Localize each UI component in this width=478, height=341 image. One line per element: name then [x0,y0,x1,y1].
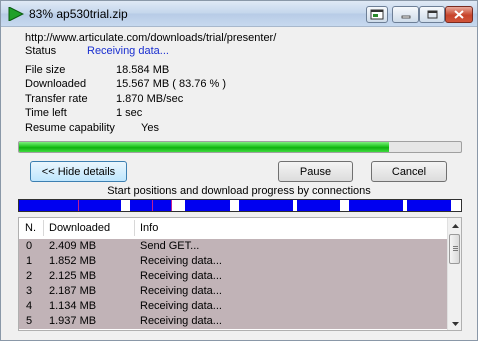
download-window: 83% ap530trial.zip http://www.articulate… [0,0,478,341]
row-info: Send GET... [140,240,200,252]
table-vertical-scrollbar[interactable] [447,218,461,330]
grip-line [453,246,458,247]
download-url: http://www.articulate.com/downloads/tria… [25,32,277,44]
download-progress-bar [18,141,462,153]
row-number: 5 [26,315,33,327]
row-downloaded: 1.134 MB [49,300,97,312]
time-left-label: Time left [25,107,67,119]
column-divider[interactable] [43,220,44,236]
connection-gap [451,200,461,211]
arrow-down-icon [451,317,459,329]
row-info: Receiving data... [140,285,222,297]
grip-line [453,248,458,249]
table-row[interactable]: 5 1.937 MB Receiving data... [19,314,447,329]
resume-capability-label: Resume capability [25,122,115,134]
connection-gap [340,200,349,211]
downloaded-label: Downloaded [25,78,87,90]
connections-caption: Start positions and download progress by… [107,185,371,197]
row-number: 4 [26,300,33,312]
connection-gap [171,200,185,211]
resume-capability-value: Yes [141,122,159,134]
restore-button[interactable] [366,6,388,23]
row-downloaded: 1.852 MB [49,255,97,267]
row-downloaded: 2.409 MB [49,240,97,252]
column-header-n[interactable]: N. [25,222,36,234]
row-number: 0 [26,240,33,252]
window-title: 83% ap530trial.zip [29,7,128,21]
row-downloaded: 2.125 MB [49,270,97,282]
connection-gap [121,200,130,211]
transfer-rate-value: 1.870 MB/sec [116,93,184,105]
pause-button[interactable]: Pause [278,161,353,182]
row-downloaded: 1.937 MB [49,315,97,327]
minimize-button[interactable] [392,6,419,23]
transfer-rate-label: Transfer rate [25,93,88,105]
column-header-downloaded[interactable]: Downloaded [49,222,110,234]
row-number: 3 [26,285,33,297]
downloaded-value: 15.567 MB ( 83.76 % ) [116,78,227,90]
row-info: Receiving data... [140,315,222,327]
status-value: Receiving data... [87,45,169,57]
grip-line [453,250,458,251]
row-number: 2 [26,270,33,282]
table-row[interactable]: 1 1.852 MB Receiving data... [19,254,447,269]
close-button[interactable] [445,6,473,23]
table-row[interactable]: 0 2.409 MB Send GET... [19,239,447,254]
connection-start-marker [171,200,172,211]
minimize-icon [401,11,411,19]
row-info: Receiving data... [140,270,222,282]
connections-progress-bar [18,199,462,212]
table-row[interactable]: 2 2.125 MB Receiving data... [19,269,447,284]
title-bar[interactable]: 83% ap530trial.zip [1,1,477,27]
scroll-thumb[interactable] [449,234,460,264]
close-icon [454,10,464,19]
column-divider[interactable] [134,220,135,236]
table-header: N. Downloaded Info [19,218,447,238]
maximize-icon [427,10,438,19]
row-info: Receiving data... [140,300,222,312]
maximize-button[interactable] [419,6,445,23]
play-arrow-icon [8,6,25,22]
download-progress-fill [19,142,390,152]
connection-start-marker [152,200,153,211]
arrow-up-icon [451,219,459,231]
connection-gap [293,200,297,211]
row-info: Receiving data... [140,255,222,267]
table-row[interactable]: 3 2.187 MB Receiving data... [19,284,447,299]
connection-start-marker [78,200,79,211]
connection-gap [230,200,239,211]
connection-gap [403,200,407,211]
row-number: 1 [26,255,33,267]
time-left-value: 1 sec [116,107,143,119]
file-size-label: File size [25,64,66,76]
row-downloaded: 2.187 MB [49,285,97,297]
cancel-button[interactable]: Cancel [371,161,447,182]
scroll-down-button[interactable] [448,316,461,330]
hide-details-button[interactable]: << Hide details [30,161,127,182]
file-size-value: 18.584 MB [116,64,170,76]
restore-icon [370,9,384,20]
connections-table[interactable]: N. Downloaded Info 0 2.409 MB Send GET..… [18,217,462,331]
status-label: Status [25,45,57,57]
column-header-info[interactable]: Info [140,222,158,234]
table-row[interactable]: 4 1.134 MB Receiving data... [19,299,447,314]
scroll-up-button[interactable] [448,218,461,232]
